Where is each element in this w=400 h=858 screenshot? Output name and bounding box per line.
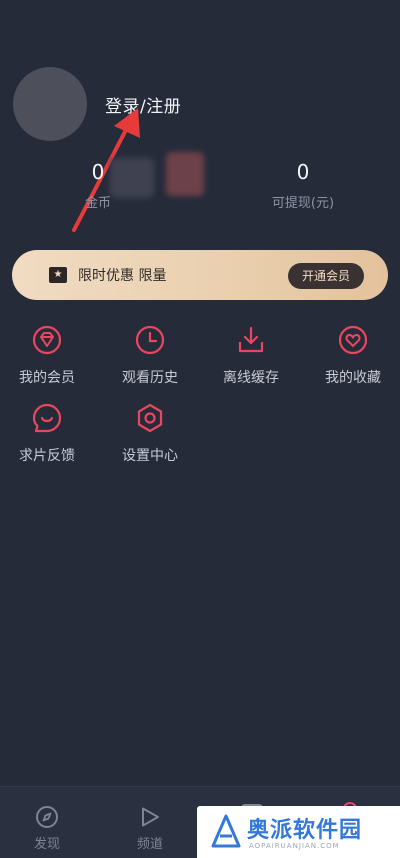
vip-promo-text: 限时优惠 限量: [78, 268, 167, 284]
watermark-logo-icon: [211, 814, 241, 848]
menu-label: 设置中心: [122, 448, 178, 464]
ticket-star-icon: ★: [49, 267, 67, 283]
coins-value: 0: [91, 160, 105, 184]
menu-item-offline-cache[interactable]: 离线缓存: [206, 325, 296, 387]
withdrawable-label: 可提现(元): [271, 196, 335, 211]
tab-channel[interactable]: 频道: [120, 805, 180, 852]
menu-item-membership[interactable]: 我的会员: [2, 325, 92, 387]
menu-label: 我的收藏: [325, 370, 381, 386]
feedback-icon: [32, 403, 62, 433]
download-icon: [238, 326, 264, 353]
compass-icon: [36, 806, 58, 828]
settings-icon: [137, 403, 163, 433]
menu-item-favorites[interactable]: 我的收藏: [308, 325, 398, 387]
play-icon: [142, 807, 159, 827]
menu-label: 观看历史: [122, 370, 178, 386]
open-vip-button[interactable]: 开通会员: [287, 263, 364, 289]
coins-label: 金币: [84, 196, 111, 211]
menu-item-history[interactable]: 观看历史: [105, 325, 195, 387]
tab-label: 发现: [33, 837, 60, 852]
clock-icon: [135, 325, 165, 355]
menu-label: 我的会员: [19, 370, 75, 386]
watermark-subtext: AOPAIRUANJIAN.COM: [249, 842, 340, 850]
withdrawable-value: 0: [296, 160, 310, 184]
coins-stat[interactable]: 0 金币: [38, 160, 158, 211]
tab-discover[interactable]: 发现: [17, 805, 77, 852]
watermark: 奥派软件园 AOPAIRUANJIAN.COM: [197, 806, 400, 858]
vip-banner[interactable]: ★ 限时优惠 限量 开通会员: [12, 250, 388, 300]
menu-item-request-feedback[interactable]: 求片反馈: [2, 403, 92, 465]
withdrawable-stat[interactable]: 0 可提现(元): [243, 160, 363, 211]
menu-item-settings[interactable]: 设置中心: [105, 403, 195, 465]
heart-icon: [338, 325, 368, 355]
tab-label: 频道: [136, 837, 163, 852]
menu-label: 求片反馈: [19, 448, 75, 464]
blurred-region: [166, 152, 204, 196]
watermark-text: 奥派软件园: [247, 818, 363, 843]
diamond-icon: [32, 325, 62, 355]
menu-label: 离线缓存: [223, 370, 279, 386]
